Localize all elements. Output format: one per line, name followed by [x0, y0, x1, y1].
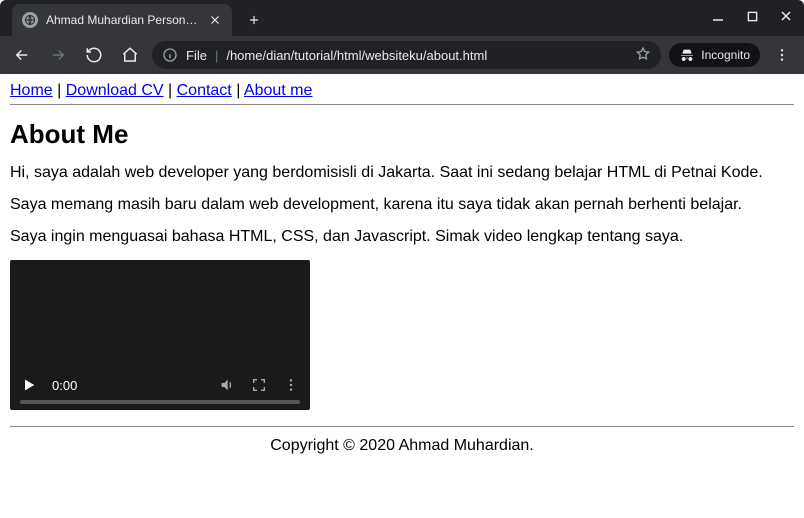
video-player[interactable]: 0:00 — [10, 260, 310, 410]
close-tab-icon[interactable] — [208, 13, 222, 27]
paragraph-2: Saya memang masih baru dalam web develop… — [10, 196, 794, 214]
bookmark-icon[interactable] — [635, 46, 651, 65]
nav-sep: | — [232, 82, 244, 99]
window-controls — [708, 6, 796, 26]
close-window-button[interactable] — [776, 6, 796, 26]
nav-sep: | — [164, 82, 177, 99]
minimize-button[interactable] — [708, 6, 728, 26]
browser-tab[interactable]: Ahmad Muhardian Personal W — [12, 4, 232, 36]
nav-divider — [10, 104, 794, 105]
nav-contact-link[interactable]: Contact — [177, 82, 232, 99]
new-tab-button[interactable] — [240, 6, 268, 34]
titlebar: Ahmad Muhardian Personal W — [0, 0, 804, 36]
home-button[interactable] — [116, 41, 144, 69]
tab-title: Ahmad Muhardian Personal W — [46, 13, 200, 27]
menu-button[interactable] — [768, 41, 796, 69]
nav-about-link[interactable]: About me — [244, 82, 312, 99]
more-options-icon[interactable] — [282, 376, 300, 394]
address-bar[interactable]: File | /home/dian/tutorial/html/websitek… — [152, 41, 661, 69]
reload-button[interactable] — [80, 41, 108, 69]
paragraph-3: Saya ingin menguasai bahasa HTML, CSS, d… — [10, 228, 794, 246]
forward-button[interactable] — [44, 41, 72, 69]
footer-divider — [10, 426, 794, 427]
page-viewport: Home | Download CV | Contact | About me … — [0, 74, 804, 518]
browser-window: Ahmad Muhardian Personal W — [0, 0, 804, 518]
nav-sep: | — [53, 82, 66, 99]
toolbar: File | /home/dian/tutorial/html/websitek… — [0, 36, 804, 74]
maximize-button[interactable] — [742, 6, 762, 26]
incognito-label: Incognito — [701, 48, 750, 62]
url-scheme: File — [186, 48, 207, 63]
video-time: 0:00 — [52, 378, 77, 393]
incognito-badge[interactable]: Incognito — [669, 43, 760, 67]
site-nav: Home | Download CV | Contact | About me — [10, 82, 794, 100]
paragraph-1: Hi, saya adalah web developer yang berdo… — [10, 164, 794, 182]
footer-text: Copyright © 2020 Ahmad Muhardian. — [10, 437, 794, 455]
volume-icon[interactable] — [218, 376, 236, 394]
nav-home-link[interactable]: Home — [10, 82, 53, 99]
video-controls: 0:00 — [10, 368, 310, 410]
video-progress-track[interactable] — [20, 400, 300, 404]
fullscreen-icon[interactable] — [250, 376, 268, 394]
site-info-icon[interactable] — [162, 47, 178, 63]
page-heading: About Me — [10, 119, 794, 150]
globe-icon — [22, 12, 38, 28]
url-path: /home/dian/tutorial/html/websiteku/about… — [226, 48, 627, 63]
play-icon[interactable] — [20, 376, 38, 394]
nav-download-cv-link[interactable]: Download CV — [66, 82, 164, 99]
back-button[interactable] — [8, 41, 36, 69]
url-separator: | — [215, 48, 218, 63]
